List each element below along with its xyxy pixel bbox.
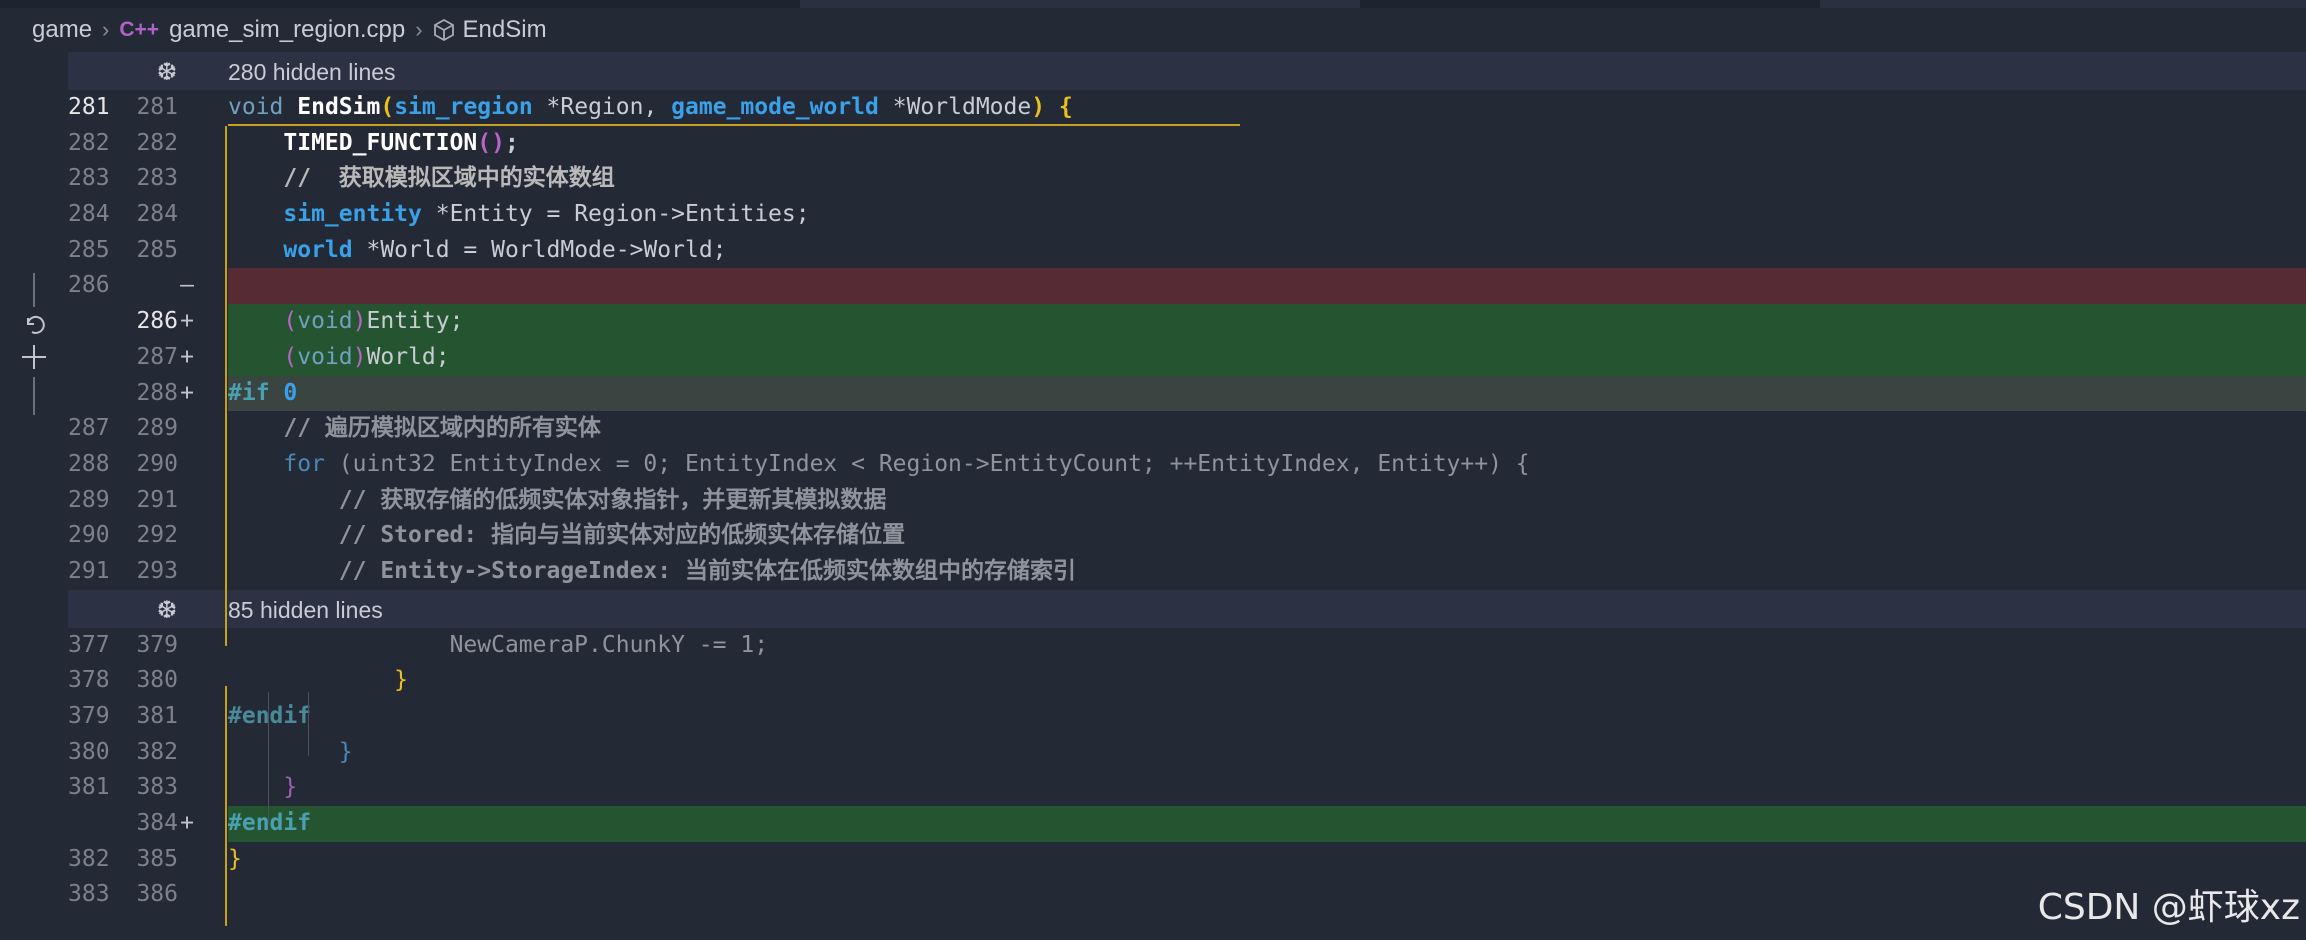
code-line-added[interactable]: 288+ #if 0 (68, 375, 2306, 412)
code-line[interactable]: 281 281 void EndSim(sim_region *Region, … (68, 90, 2306, 126)
breadcrumb-file[interactable]: C++ game_sim_region.cpp (119, 16, 405, 44)
code-line[interactable]: 282 282 TIMED_FUNCTION(); (68, 126, 2306, 162)
cube-icon (433, 18, 455, 42)
bracket-scope-guide (225, 126, 227, 646)
unfold-icon[interactable]: ❆ (158, 56, 176, 86)
code-line[interactable]: 380 382 } (68, 735, 2306, 771)
watermark: CSDN @虾球xz (2037, 887, 2300, 928)
bracket-scope-guide (225, 686, 227, 926)
code-line-added[interactable]: 384+ #endif (68, 806, 2306, 842)
code-line[interactable]: 287 289 // 遍历模拟区域内的所有实体 (68, 411, 2306, 447)
code-line-added[interactable]: 287+ (void)World; (68, 339, 2306, 376)
breadcrumb-symbol[interactable]: EndSim (433, 16, 547, 44)
code-line[interactable]: 377 379 NewCameraP.ChunkY -= 1; (68, 628, 2306, 664)
code-line[interactable]: 379 381 #endif (68, 699, 2306, 735)
chevron-right-icon: › (102, 17, 110, 42)
code-line-added[interactable]: 286+ (void)Entity; (68, 304, 2306, 340)
code-line[interactable]: 289 291 // 获取存储的低频实体对象指针，并更新其模拟数据 (68, 483, 2306, 519)
change-bar (33, 377, 35, 415)
unfold-icon[interactable]: ❆ (158, 593, 176, 624)
fold-region[interactable]: ❆ 85 hidden lines (68, 589, 2306, 628)
revert-icon[interactable] (20, 310, 48, 338)
cpp-file-icon: C++ (119, 18, 160, 41)
indent-guide (308, 692, 309, 756)
indent-guide (268, 692, 269, 824)
bracket-pair-underline (228, 124, 1240, 126)
editor-tab-strip (0, 0, 2306, 8)
code-line[interactable]: 378 380 } (68, 663, 2306, 699)
breadcrumb-folder[interactable]: game (32, 16, 92, 44)
chevron-right-icon: › (415, 17, 423, 42)
code-line[interactable]: 285 285 world *World = WorldMode->World; (68, 233, 2306, 269)
code-line[interactable]: 288 290 for (uint32 EntityIndex = 0; Ent… (68, 447, 2306, 483)
plus-icon[interactable] (19, 342, 49, 372)
code-line[interactable]: 381 383 } (68, 770, 2306, 806)
code-line[interactable]: 383 386 (68, 877, 2306, 913)
diff-editor[interactable]: ❆ 280 hidden lines 281 281 void EndSim(s… (68, 52, 2306, 926)
breadcrumb: game › C++ game_sim_region.cpp › EndSim (0, 8, 2306, 52)
code-line-deleted[interactable]: 286 — (68, 268, 2306, 305)
code-line[interactable]: 284 284 sim_entity *Entity = Region->Ent… (68, 197, 2306, 233)
code-line[interactable]: 290 292 // Stored: 指向与当前实体对应的低频实体存储位置 (68, 518, 2306, 554)
code-line[interactable]: 283 283 // 获取模拟区域中的实体数组 (68, 161, 2306, 197)
code-line[interactable]: 382 385 } (68, 842, 2306, 878)
diff-gutter (0, 52, 68, 940)
code-line[interactable]: 291 293 // Entity->StorageIndex: 当前实体在低频… (68, 554, 2306, 590)
fold-region[interactable]: ❆ 280 hidden lines (68, 52, 2306, 90)
change-bar (33, 273, 35, 307)
